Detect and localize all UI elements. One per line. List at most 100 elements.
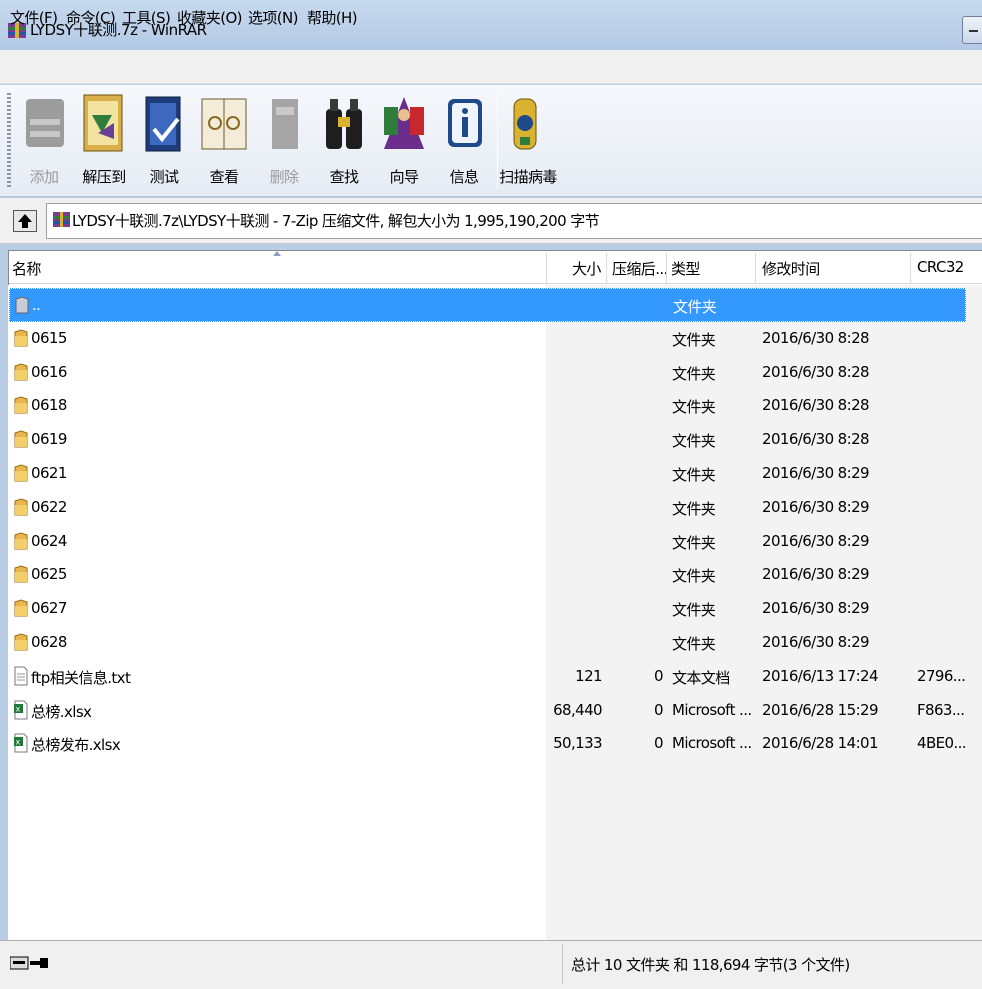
table-row[interactable]: 0621 文件夹 2016/6/30 8:29 — [9, 457, 982, 491]
tool-test-button[interactable]: 测试 — [134, 93, 194, 193]
tool-virus-scan-label: 扫描病毒 — [499, 168, 557, 186]
menu-tools[interactable]: 工具(S) — [122, 7, 171, 28]
file-type: Microsoft ... — [672, 734, 752, 753]
table-row[interactable]: 0628 文件夹 2016/6/30 8:29 — [9, 626, 982, 660]
file-modified: 2016/6/28 15:29 — [762, 700, 879, 719]
file-modified: 2016/6/30 8:29 — [762, 464, 870, 482]
column-crc-header[interactable]: CRC32 — [917, 258, 964, 276]
folder-icon — [14, 329, 28, 347]
menu-options[interactable]: 选项(N) — [248, 7, 299, 28]
file-type: Microsoft ... — [672, 700, 752, 719]
file-size: 68,440 — [553, 700, 602, 719]
table-row[interactable]: 0624 文件夹 2016/6/30 8:29 — [9, 525, 982, 559]
file-modified: 2016/6/30 8:29 — [762, 633, 870, 651]
file-type: 文件夹 — [672, 432, 716, 451]
toolbar-grip[interactable] — [7, 93, 11, 189]
table-row[interactable]: x 总榜发布.xlsx 50,133 0 Microsoft ... 2016/6/28 … — [9, 727, 982, 761]
minimize-button[interactable] — [962, 16, 982, 44]
column-type-header[interactable]: 类型 — [671, 258, 700, 279]
folder-icon — [14, 430, 28, 448]
svg-text:x: x — [16, 738, 21, 747]
sort-ascending-icon — [273, 251, 281, 256]
file-modified: 2016/6/28 14:01 — [762, 734, 879, 753]
menu-commands[interactable]: 命令(C) — [66, 7, 116, 28]
table-row[interactable]: 0619 文件夹 2016/6/30 8:28 — [9, 423, 982, 457]
table-row[interactable]: 0616 文件夹 2016/6/30 8:28 — [9, 356, 982, 390]
file-type: 文件夹 — [672, 330, 716, 349]
file-name: 0624 — [31, 531, 67, 550]
table-row[interactable]: 0627 文件夹 2016/6/30 8:29 — [9, 592, 982, 626]
tool-extract-button[interactable]: 解压到 — [74, 93, 134, 193]
table-row[interactable]: .. 文件夹 — [9, 288, 966, 322]
file-size: 50,133 — [553, 734, 602, 753]
menu-help[interactable]: 帮助(H) — [307, 7, 358, 28]
up-one-level-button[interactable] — [13, 210, 37, 232]
file-name: 总榜发布.xlsx — [31, 736, 121, 755]
folder-icon — [14, 498, 28, 516]
table-row[interactable]: x 总榜.xlsx 68,440 0 Microsoft ... 2016/6/28 15… — [9, 694, 982, 728]
tool-delete-label: 删除 — [269, 168, 299, 186]
tool-find-button[interactable]: 查找 — [314, 93, 374, 193]
table-row[interactable]: 0615 文件夹 2016/6/30 8:28 — [9, 322, 982, 356]
folder-icon — [14, 363, 28, 381]
file-modified: 2016/6/30 8:28 — [762, 362, 870, 381]
menu-file[interactable]: 文件(F) — [10, 7, 58, 28]
header-divider[interactable] — [910, 253, 911, 283]
tool-info-button[interactable]: 信息 — [434, 93, 494, 193]
add-icon — [26, 99, 64, 147]
file-modified: 2016/6/30 8:29 — [762, 497, 870, 516]
file-modified: 2016/6/30 8:28 — [762, 396, 870, 415]
file-name: ftp相关信息.txt — [31, 668, 131, 687]
drive-key-icon — [10, 956, 48, 970]
column-modified-header[interactable]: 修改时间 — [762, 258, 820, 279]
excel-file-icon: x — [14, 700, 28, 720]
info-icon — [448, 99, 482, 147]
file-type: 文件夹 — [672, 364, 716, 383]
file-name: 0618 — [31, 396, 67, 415]
file-name: 0627 — [31, 599, 67, 618]
table-row[interactable]: 0622 文件夹 2016/6/30 8:29 — [9, 491, 982, 525]
virus-scan-icon — [513, 98, 537, 150]
folder-icon — [14, 396, 28, 414]
folder-icon — [14, 565, 28, 583]
file-name: 0619 — [31, 430, 67, 449]
tool-virus-scan-button[interactable]: 扫描病毒 — [498, 93, 558, 193]
table-row[interactable]: ftp相关信息.txt 121 0 文本文档 2016/6/13 17:24 2796..… — [9, 660, 982, 694]
menu-favorites[interactable]: 收藏夹(O) — [177, 7, 243, 28]
text-file-icon — [14, 666, 28, 686]
tool-view-button[interactable]: 查看 — [194, 93, 254, 193]
header-divider[interactable] — [546, 253, 547, 283]
tool-add-button[interactable]: 添加 — [14, 93, 74, 193]
file-name: 0621 — [31, 464, 67, 482]
file-type: 文件夹 — [672, 499, 716, 518]
column-size-header[interactable]: 大小 — [572, 258, 601, 279]
minimize-icon — [969, 30, 978, 32]
test-icon — [145, 96, 181, 152]
file-modified: 2016/6/30 8:29 — [762, 565, 870, 584]
tool-delete-button[interactable]: 删除 — [254, 93, 314, 193]
svg-text:x: x — [16, 704, 21, 713]
tool-info-label: 信息 — [449, 168, 479, 186]
file-crc: F863... — [917, 700, 965, 719]
tool-wizard-label: 向导 — [389, 168, 419, 186]
table-row[interactable]: 0625 文件夹 2016/6/30 8:29 — [9, 558, 982, 592]
header-divider[interactable] — [755, 253, 756, 283]
table-row[interactable]: 0618 文件夹 2016/6/30 8:28 — [9, 389, 982, 423]
file-packed-size: 0 — [654, 734, 664, 753]
tool-find-label: 查找 — [329, 168, 359, 186]
folder-icon — [14, 532, 28, 550]
status-divider — [562, 944, 563, 984]
file-name: 0616 — [31, 362, 67, 381]
file-modified: 2016/6/30 8:28 — [762, 328, 870, 347]
file-type: 文件夹 — [672, 567, 716, 586]
header-divider[interactable] — [606, 253, 607, 283]
tool-wizard-button[interactable]: 向导 — [374, 93, 434, 193]
column-name-header[interactable]: 名称 — [12, 258, 41, 279]
folder-icon — [14, 633, 28, 651]
header-divider[interactable] — [666, 253, 667, 283]
tool-view-label: 查看 — [209, 168, 239, 186]
excel-file-icon: x — [14, 733, 28, 753]
column-packed-header[interactable]: 压缩后... — [612, 258, 668, 279]
file-name: 0622 — [31, 497, 67, 516]
file-packed-size: 0 — [654, 666, 664, 685]
